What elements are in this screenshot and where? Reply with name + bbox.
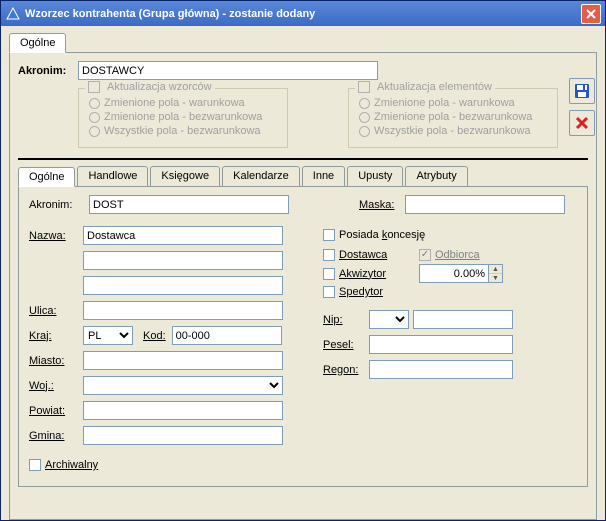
pesel-label: Pesel: bbox=[323, 339, 369, 351]
inner-tabbar: Ogólne Handlowe Księgowe Kalendarze Inne… bbox=[18, 166, 588, 187]
close-button[interactable] bbox=[581, 4, 601, 24]
inner-akronim-row: Akronim: Maska: bbox=[29, 195, 577, 214]
chevron-down-icon[interactable]: ▼ bbox=[489, 274, 502, 282]
koncesja-checkbox[interactable] bbox=[323, 229, 335, 241]
nip-label: Nip: bbox=[323, 314, 369, 326]
miasto-label: Miasto: bbox=[29, 355, 83, 367]
woj-label: Woj.: bbox=[29, 380, 83, 392]
akwizytor-checkbox[interactable] bbox=[323, 268, 335, 280]
gmina-label: Gmina: bbox=[29, 430, 83, 442]
regon-label: Regon: bbox=[323, 364, 369, 376]
akronim-row: Akronim: bbox=[18, 61, 588, 80]
nazwa-input-3[interactable] bbox=[83, 276, 283, 295]
spedytor-checkbox[interactable] bbox=[323, 286, 335, 298]
left-column: Nazwa: Ulica: Kraj: PL Kod: Miasto: Woj.… bbox=[29, 226, 283, 474]
separator bbox=[18, 158, 588, 160]
kraj-label: Kraj: bbox=[29, 330, 83, 342]
nip-prefix-select[interactable] bbox=[369, 310, 409, 329]
outer-panel: Akronim: Aktualizacja wzorców Zmienione … bbox=[9, 52, 597, 520]
akronim-label: Akronim: bbox=[18, 65, 78, 77]
update-groups: Aktualizacja wzorców Zmienione pola - wa… bbox=[78, 88, 584, 148]
dostawca-label: Dostawca bbox=[339, 249, 419, 261]
nip-input[interactable] bbox=[413, 310, 513, 329]
elements-legend: Aktualizacja elementów bbox=[377, 81, 492, 93]
chevron-up-icon[interactable]: ▲ bbox=[489, 265, 502, 274]
tab-ksiegowe[interactable]: Księgowe bbox=[150, 166, 220, 186]
regon-input[interactable] bbox=[369, 360, 513, 379]
nazwa-label: Nazwa: bbox=[29, 230, 83, 242]
titlebar: Wzorzec kontrahenta (Grupa główna) - zos… bbox=[1, 1, 605, 26]
patterns-opt2: Zmienione pola - bezwarunkowa bbox=[104, 111, 262, 123]
patterns-checkbox bbox=[88, 81, 100, 93]
side-buttons bbox=[569, 78, 595, 136]
powiat-input[interactable] bbox=[83, 401, 283, 420]
elements-opt2: Zmienione pola - bezwarunkowa bbox=[374, 111, 532, 123]
group-elements: Aktualizacja elementów Zmienione pola - … bbox=[348, 88, 558, 148]
tab-upusty[interactable]: Upusty bbox=[347, 166, 403, 186]
akwizytor-value[interactable] bbox=[419, 264, 489, 283]
akronim-input[interactable] bbox=[78, 61, 378, 80]
tab-handlowe[interactable]: Handlowe bbox=[77, 166, 148, 186]
kod-label: Kod: bbox=[143, 330, 166, 342]
app-icon bbox=[5, 6, 21, 22]
patterns-opt1-radio bbox=[89, 98, 100, 109]
dostawca-checkbox[interactable] bbox=[323, 249, 335, 261]
elements-opt1-radio bbox=[359, 98, 370, 109]
patterns-opt3: Wszystkie pola - bezwarunkowa bbox=[104, 125, 261, 137]
akwizytor-spinner[interactable]: ▲▼ bbox=[419, 264, 503, 283]
patterns-legend: Aktualizacja wzorców bbox=[107, 81, 212, 93]
tab-inne[interactable]: Inne bbox=[302, 166, 345, 186]
tab-kalendarze[interactable]: Kalendarze bbox=[222, 166, 300, 186]
inner-akronim-input[interactable] bbox=[89, 195, 289, 214]
maska-input[interactable] bbox=[405, 195, 565, 214]
pesel-input[interactable] bbox=[369, 335, 513, 354]
patterns-opt2-radio bbox=[89, 112, 100, 123]
cancel-icon bbox=[575, 116, 589, 130]
cancel-button[interactable] bbox=[569, 110, 595, 136]
archiwalny-label: Archiwalny bbox=[45, 459, 98, 471]
odbiorca-checkbox: ✓ bbox=[419, 249, 431, 261]
inner-akronim-label: Akronim: bbox=[29, 199, 89, 211]
maska-label: Maska: bbox=[359, 199, 405, 211]
ulica-label: Ulica: bbox=[29, 305, 83, 317]
close-icon bbox=[586, 9, 596, 19]
kraj-select[interactable]: PL bbox=[83, 326, 133, 345]
window-body: Ogólne Akronim: Aktualizacja wzorców Zmi… bbox=[1, 26, 605, 520]
window: Wzorzec kontrahenta (Grupa główna) - zos… bbox=[0, 0, 606, 521]
koncesja-label: Posiada koncesję bbox=[339, 229, 425, 241]
ulica-input[interactable] bbox=[83, 301, 283, 320]
elements-opt1: Zmienione pola - warunkowa bbox=[374, 97, 515, 109]
nazwa-input-2[interactable] bbox=[83, 251, 283, 270]
archiwalny-checkbox[interactable] bbox=[29, 459, 41, 471]
powiat-label: Powiat: bbox=[29, 405, 83, 417]
elements-opt3-radio bbox=[359, 126, 370, 137]
inner-panel: Akronim: Maska: Nazwa: Ulica: Kraj: bbox=[18, 187, 588, 487]
elements-opt3: Wszystkie pola - bezwarunkowa bbox=[374, 125, 531, 137]
save-button[interactable] bbox=[569, 78, 595, 104]
tab-inner-ogolne[interactable]: Ogólne bbox=[18, 167, 75, 187]
nazwa-input[interactable] bbox=[83, 226, 283, 245]
elements-opt2-radio bbox=[359, 112, 370, 123]
window-title: Wzorzec kontrahenta (Grupa główna) - zos… bbox=[25, 8, 581, 20]
save-icon bbox=[574, 83, 590, 99]
gmina-input[interactable] bbox=[83, 426, 283, 445]
miasto-input[interactable] bbox=[83, 351, 283, 370]
group-patterns: Aktualizacja wzorców Zmienione pola - wa… bbox=[78, 88, 288, 148]
tab-atrybuty[interactable]: Atrybuty bbox=[405, 166, 467, 186]
odbiorca-label: Odbiorca bbox=[435, 249, 480, 261]
tab-ogolne[interactable]: Ogólne bbox=[9, 33, 66, 53]
akwizytor-label: Akwizytor bbox=[339, 268, 419, 280]
patterns-opt3-radio bbox=[89, 126, 100, 137]
spedytor-label: Spedytor bbox=[339, 286, 383, 298]
outer-tabbar: Ogólne bbox=[9, 32, 597, 53]
elements-checkbox bbox=[358, 81, 370, 93]
kod-input[interactable] bbox=[172, 326, 282, 345]
right-column: Posiada koncesję Dostawca ✓ Odbiorca Akwi… bbox=[323, 226, 513, 474]
patterns-opt1: Zmienione pola - warunkowa bbox=[104, 97, 245, 109]
woj-select[interactable] bbox=[83, 376, 283, 395]
